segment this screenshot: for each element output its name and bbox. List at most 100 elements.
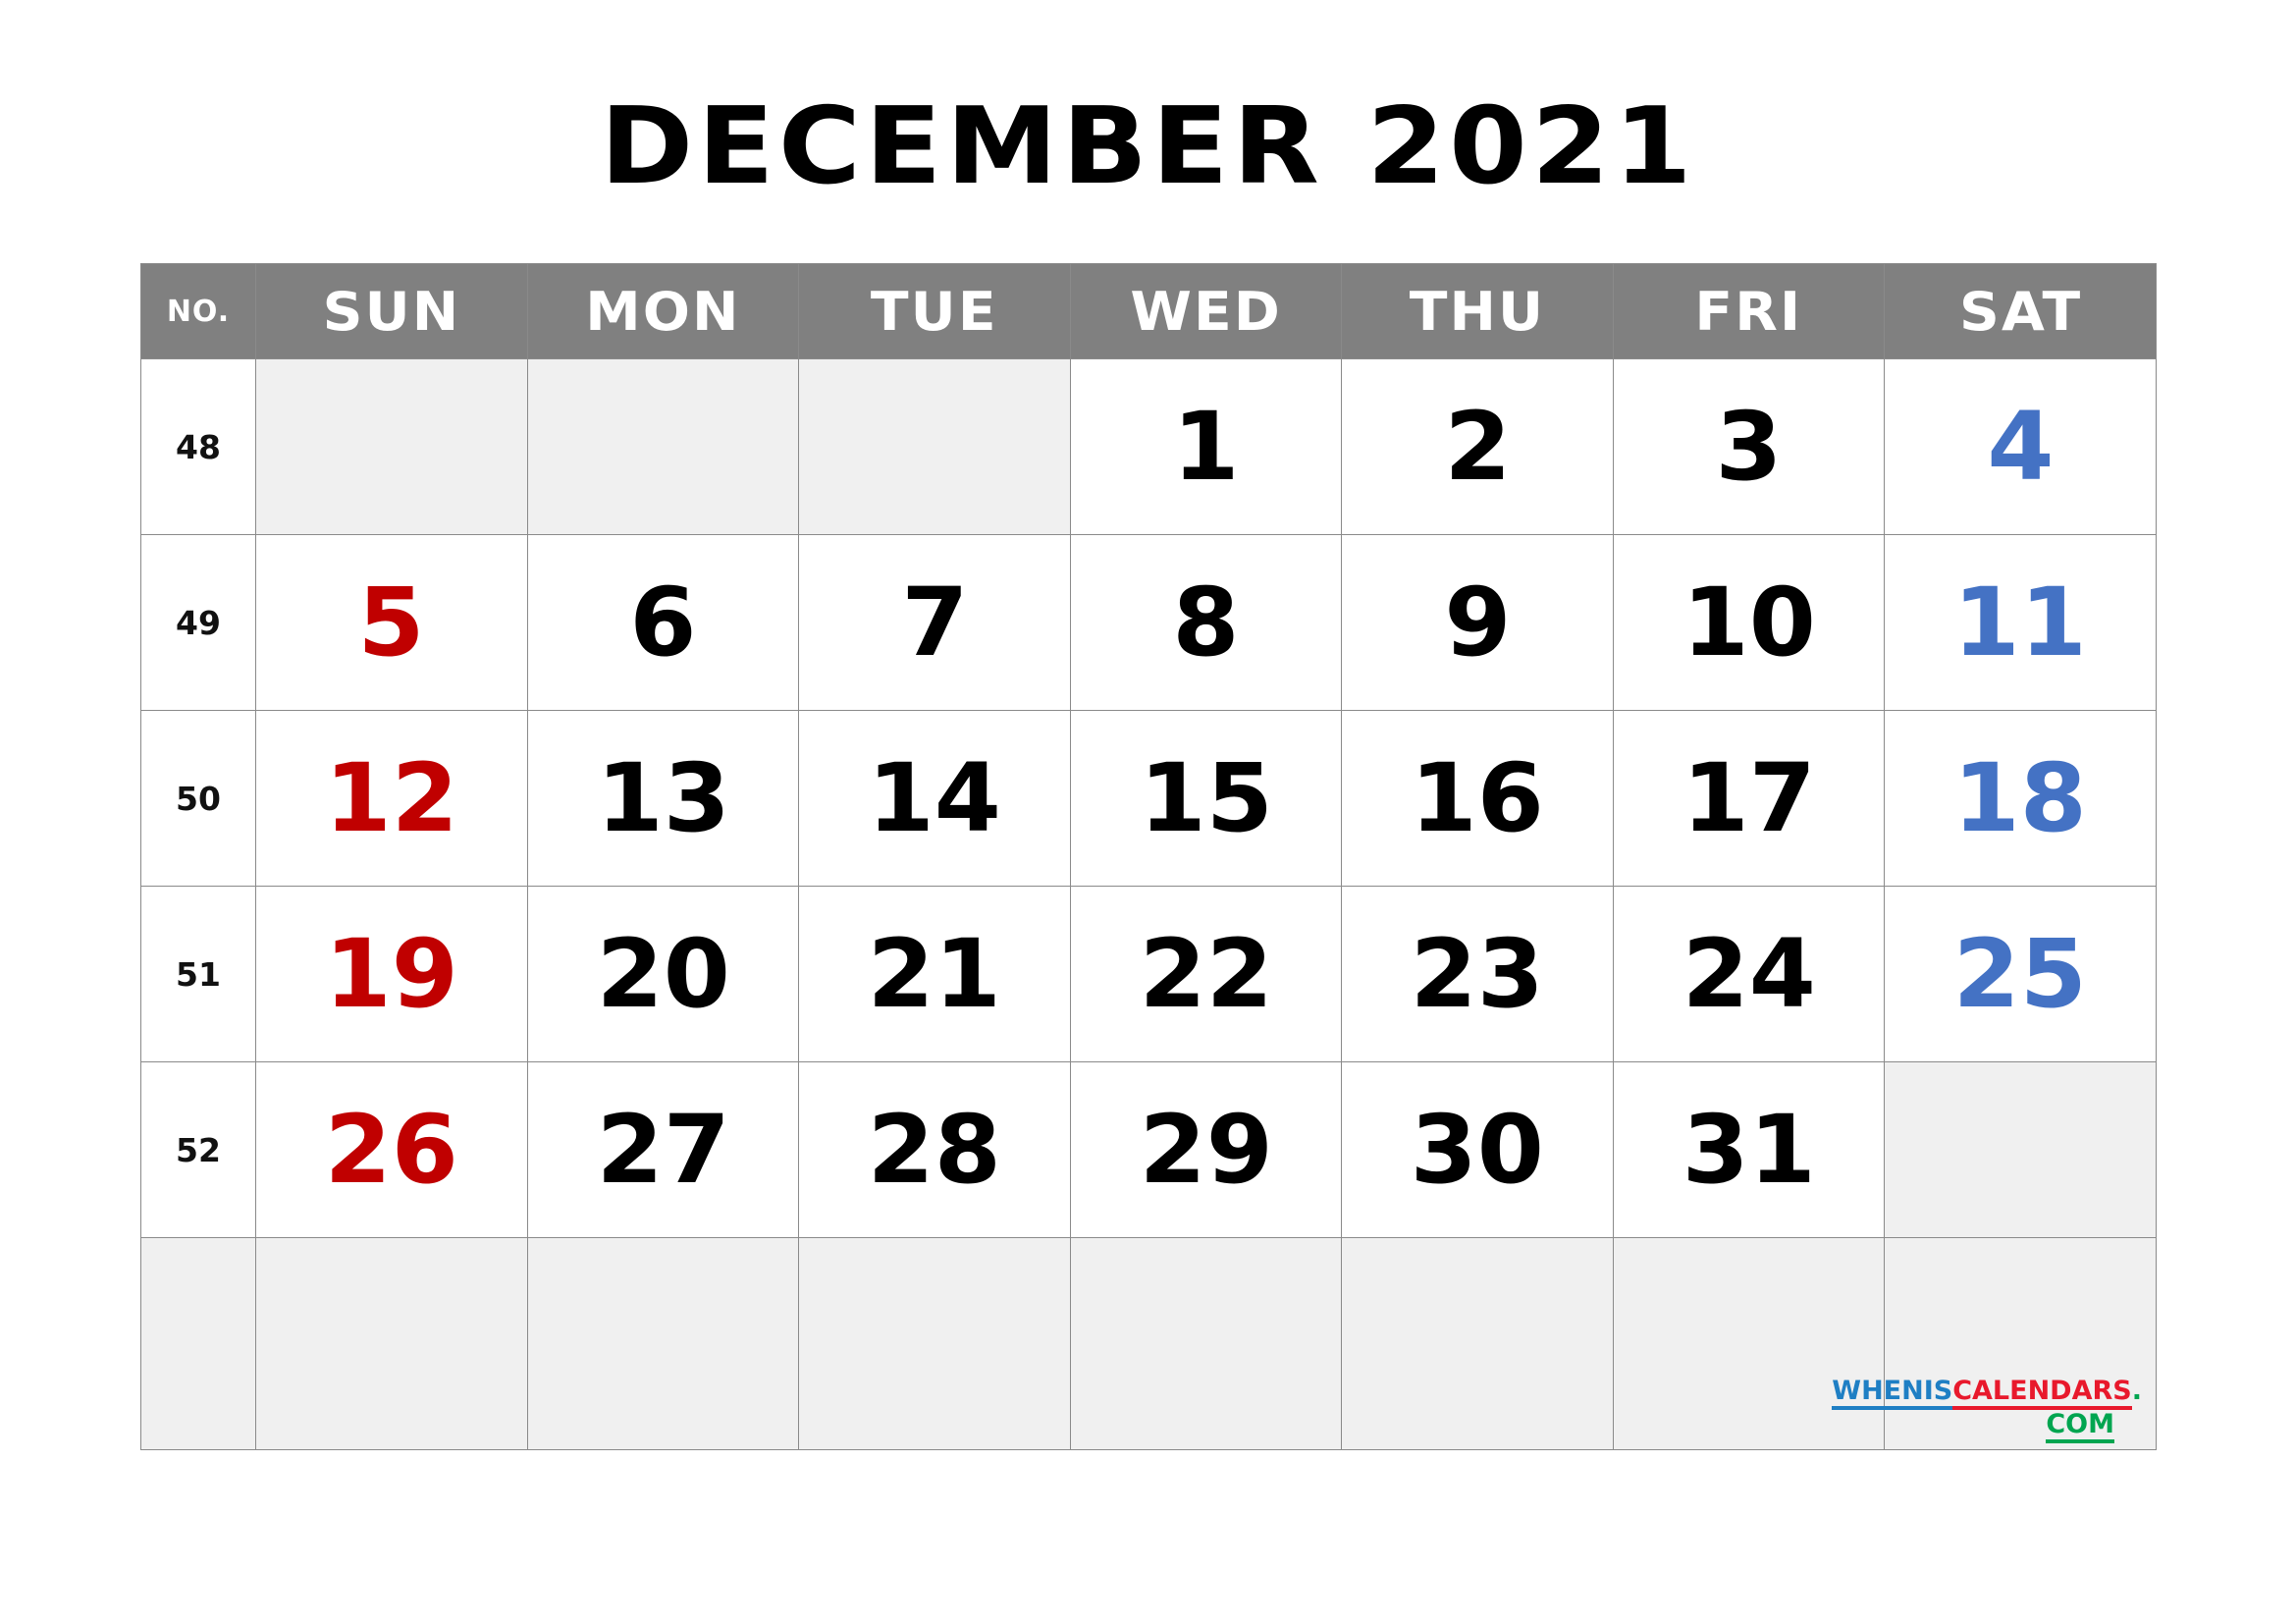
header-day-sat-label: SAT [1958,280,2082,343]
filler-cell [255,1237,528,1450]
header-day-fri-label: FRI [1694,280,1803,343]
watermark-line-1: WHENISCALENDARS. [1832,1375,2142,1410]
filler-cell [526,1237,800,1450]
week-row: 49 5 6 7 8 9 10 11 [140,534,2157,711]
day-cell[interactable]: 25 [1884,886,2157,1062]
week-number-cell: 52 [140,1061,256,1238]
day-cell[interactable]: 27 [526,1061,800,1238]
day-cell[interactable]: 12 [255,710,528,887]
day-cell[interactable]: 10 [1612,534,1886,711]
day-cell[interactable]: 19 [255,886,528,1062]
day-cell[interactable] [255,358,528,535]
header-day-tue: TUE [798,263,1071,359]
day-number: 21 [867,919,1002,1029]
week-number-cell: 49 [140,534,256,711]
day-cell[interactable]: 7 [798,534,1071,711]
day-cell[interactable] [526,358,800,535]
filler-cell [1341,1237,1614,1450]
day-number: 16 [1410,743,1545,853]
header-day-thu: THU [1341,263,1614,359]
header-day-tue-label: TUE [871,280,998,343]
day-cell[interactable]: 8 [1069,534,1343,711]
header-day-sun: SUN [255,263,528,359]
day-number: 29 [1139,1095,1273,1205]
day-cell[interactable]: 23 [1341,886,1614,1062]
day-number: 10 [1682,568,1816,677]
filler-cell [798,1237,1071,1450]
watermark-logo: WHENISCALENDARS. COM [1832,1375,2142,1443]
page-title: DECEMBER 2021 [600,85,1696,208]
header-day-sat: SAT [1884,263,2157,359]
header-day-mon: MON [526,263,800,359]
watermark-com: COM [2046,1409,2114,1443]
day-cell[interactable]: 13 [526,710,800,887]
day-cell[interactable]: 18 [1884,710,2157,887]
day-cell[interactable] [1884,1061,2157,1238]
day-number: 6 [629,568,697,677]
day-number: 22 [1139,919,1273,1029]
day-cell[interactable]: 30 [1341,1061,1614,1238]
day-cell[interactable]: 29 [1069,1061,1343,1238]
header-day-wed: WED [1069,263,1343,359]
week-row: 50 12 13 14 15 16 17 18 [140,710,2157,887]
watermark-dot: . [2131,1376,2142,1406]
watermark-whenis: WHENIS [1832,1376,1953,1410]
week-row: 52 26 27 28 29 30 31 [140,1061,2157,1238]
header-day-thu-label: THU [1409,280,1546,343]
day-number: 25 [1953,919,2088,1029]
calendar-body: 48 1 2 3 4 49 5 6 7 8 9 10 11 50 12 13 1… [140,358,2157,1450]
filler-row: WHENISCALENDARS. COM [140,1237,2157,1450]
day-number: 7 [900,568,968,677]
day-number: 27 [596,1095,730,1205]
day-number: 19 [324,919,458,1029]
day-cell[interactable]: 24 [1612,886,1886,1062]
watermark-line-2: COM [1832,1408,2114,1443]
day-cell[interactable]: 2 [1341,358,1614,535]
day-cell[interactable]: 16 [1341,710,1614,887]
day-cell[interactable]: 14 [798,710,1071,887]
day-number: 4 [1987,392,2055,502]
header-row: NO. SUN MON TUE WED THU FRI SAT [140,263,2157,359]
filler-cell-watermark: WHENISCALENDARS. COM [1832,1237,2157,1450]
day-number: 12 [324,743,458,853]
day-cell[interactable]: 4 [1884,358,2157,535]
day-cell[interactable] [798,358,1071,535]
calendar-page: DECEMBER 2021 NO. SUN MON TUE WED THU FR… [0,0,2296,1624]
day-cell[interactable]: 22 [1069,886,1343,1062]
day-cell[interactable]: 11 [1884,534,2157,711]
day-number: 5 [357,568,425,677]
day-cell[interactable]: 3 [1612,358,1886,535]
day-number: 2 [1443,392,1512,502]
day-number: 20 [596,919,730,1029]
day-cell[interactable]: 26 [255,1061,528,1238]
header-day-mon-label: MON [585,280,741,343]
day-number: 15 [1139,743,1273,853]
day-number: 26 [324,1095,458,1205]
day-number: 28 [867,1095,1002,1205]
day-cell[interactable]: 20 [526,886,800,1062]
day-cell[interactable]: 28 [798,1061,1071,1238]
week-number-cell: 51 [140,886,256,1062]
header-week-number: NO. [140,263,256,359]
day-cell[interactable]: 9 [1341,534,1614,711]
day-cell[interactable]: 15 [1069,710,1343,887]
day-cell[interactable]: 21 [798,886,1071,1062]
day-number: 14 [867,743,1002,853]
week-number-cell: 48 [140,358,256,535]
week-row: 48 1 2 3 4 [140,358,2157,535]
day-cell[interactable]: 6 [526,534,800,711]
day-cell[interactable]: 1 [1069,358,1343,535]
day-number: 11 [1953,568,2088,677]
header-day-sun-label: SUN [322,280,461,343]
day-cell[interactable]: 31 [1612,1061,1886,1238]
day-cell[interactable]: 5 [255,534,528,711]
calendar-header: NO. SUN MON TUE WED THU FRI SAT [140,263,2157,359]
day-number: 17 [1682,743,1816,853]
day-cell[interactable]: 17 [1612,710,1886,887]
watermark-calendars: CALENDARS [1952,1376,2132,1410]
day-number: 18 [1953,743,2088,853]
header-day-fri: FRI [1612,263,1886,359]
day-number: 30 [1410,1095,1545,1205]
day-number: 9 [1443,568,1512,677]
day-number: 31 [1682,1095,1816,1205]
